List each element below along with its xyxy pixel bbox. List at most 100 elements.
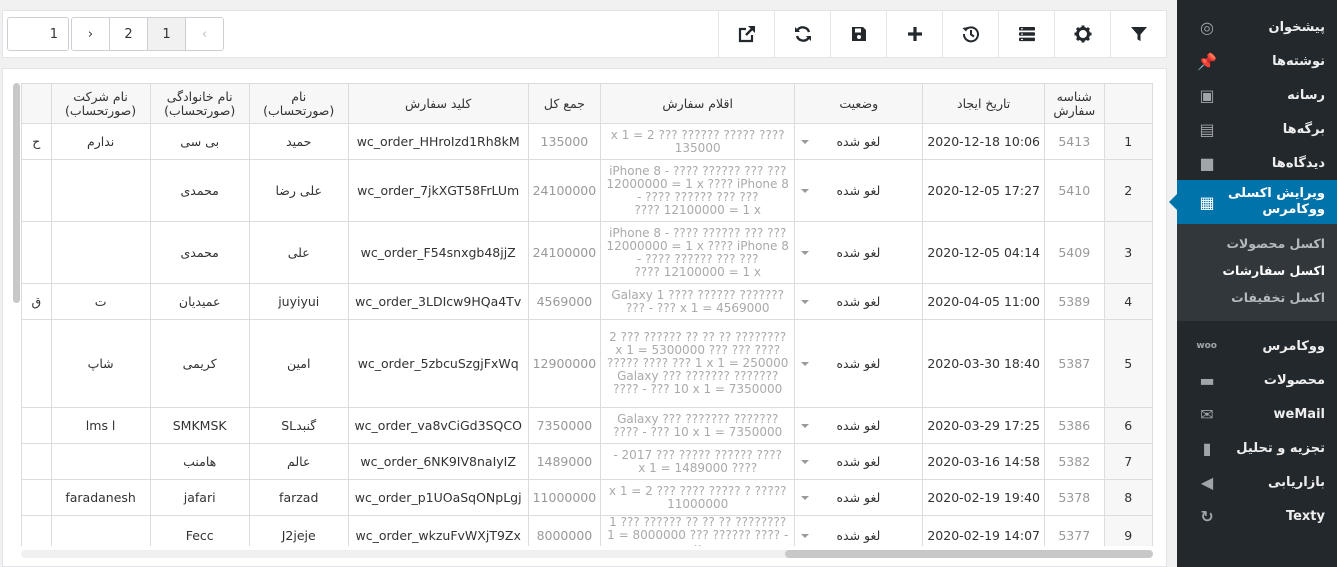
billing-first-name-cell[interactable]: امین [248, 319, 349, 408]
column-header-7[interactable]: نام (صورتحساب) [248, 83, 349, 124]
order-id-cell[interactable]: 5382 [1043, 443, 1105, 480]
billing-company-cell[interactable] [50, 159, 151, 222]
order-id-cell[interactable]: 5377 [1043, 515, 1105, 546]
order-id-cell[interactable]: 5410 [1043, 159, 1105, 222]
order-items-cell[interactable]: Galaxy ??? ??????? ??????? ???? - ??? 10… [600, 407, 796, 444]
order-total-cell[interactable]: 11000000 [527, 479, 602, 516]
extra-column-cell[interactable] [21, 443, 52, 480]
add-button[interactable] [886, 11, 942, 57]
billing-first-name-cell[interactable]: juyiyui [248, 283, 349, 320]
order-total-cell[interactable]: 24100000 [527, 159, 602, 222]
billing-first-name-cell[interactable]: عالم [248, 443, 349, 480]
order-id-cell[interactable]: 5387 [1043, 319, 1105, 408]
table-row[interactable]: 7 5382 2020-03-16 14:58 لغو شده ???? ?????? … [21, 443, 1153, 480]
billing-company-cell[interactable] [50, 515, 151, 546]
next-page-button[interactable]: › [72, 18, 109, 50]
billing-first-name-cell[interactable]: گنبدSL [248, 407, 349, 444]
column-header-4[interactable]: اقلام سفارش [600, 83, 796, 124]
save-button[interactable] [830, 11, 886, 57]
order-key-cell[interactable]: wc_order_6NK9IV8naIyIZ [347, 443, 529, 480]
open-external-button[interactable] [718, 11, 774, 57]
order-total-cell[interactable]: 8000000 [527, 515, 602, 546]
billing-company-cell[interactable]: faradanesh [50, 479, 151, 516]
billing-last-name-cell[interactable]: عمیدیان [149, 283, 250, 320]
column-header-6[interactable]: کلید سفارش [347, 83, 529, 124]
date-created-cell[interactable]: 2020-02-19 14:07 [922, 515, 1045, 546]
order-total-cell[interactable]: 1489000 [527, 443, 602, 480]
date-created-cell[interactable]: 2020-12-18 10:06 [922, 123, 1045, 160]
sidebar-item-3[interactable]: برگه‌ها ▤ [1177, 112, 1337, 146]
order-total-cell[interactable]: 12900000 [527, 319, 602, 408]
sidebar-item-1[interactable]: نوشته‌ها 📌 [1177, 44, 1337, 78]
billing-company-cell[interactable]: شاپ [50, 319, 151, 408]
extra-column-cell[interactable] [21, 479, 52, 516]
sidebar-item2-3[interactable]: تجزیه و تحلیل ▮ [1177, 431, 1337, 465]
billing-last-name-cell[interactable]: بی سی [149, 123, 250, 160]
sidebar-item-2[interactable]: رسانه ▣ [1177, 78, 1337, 112]
billing-last-name-cell[interactable]: محمدی [149, 221, 250, 284]
submenu-item-0[interactable]: اکسل محصولات [1177, 230, 1337, 257]
table-row[interactable]: 8 5378 2020-02-19 19:40 لغو شده ????? ? ????… [21, 479, 1153, 516]
table-row[interactable]: 3 5409 2020-12-05 04:14 لغو شده iPhone 8 - ?… [21, 221, 1153, 284]
status-select[interactable]: لغو شده [794, 221, 924, 284]
order-items-cell[interactable]: ????? ? ????? ???? ??? 2 = 1 x 11000000 [600, 479, 796, 516]
sidebar-item2-2[interactable]: weMail ✉ [1177, 397, 1337, 431]
horizontal-scrollbar[interactable] [785, 550, 1153, 558]
order-items-cell[interactable]: ???????? ?? ?? ?? ?????? ??? 2 x 1 = 530… [600, 319, 796, 408]
page-1-button[interactable]: 1 [147, 18, 185, 50]
settings-button[interactable] [1054, 11, 1110, 57]
table-row[interactable]: 2 5410 2020-12-05 17:27 لغو شده iPhone 8 - ?… [21, 159, 1153, 222]
horizontal-scroll-track[interactable] [21, 550, 1153, 558]
billing-company-cell[interactable]: ندارم [50, 123, 151, 160]
billing-first-name-cell[interactable]: علی رضا [248, 159, 349, 222]
date-created-cell[interactable]: 2020-04-05 11:00 [922, 283, 1045, 320]
billing-company-cell[interactable]: lms l [50, 407, 151, 444]
extra-column-cell[interactable]: ق [21, 283, 52, 320]
sidebar-item-5[interactable]: ویرایش اکسلی ووکامرس ▦ [1169, 180, 1337, 224]
refresh-button[interactable] [774, 11, 830, 57]
extra-column-cell[interactable] [21, 515, 52, 546]
order-key-cell[interactable]: wc_order_HHroIzd1Rh8kM [347, 123, 529, 160]
billing-company-cell[interactable] [50, 221, 151, 284]
status-select[interactable]: لغو شده [794, 479, 924, 516]
sidebar-item2-4[interactable]: بازاریابی ◀ [1177, 465, 1337, 499]
history-button[interactable] [942, 11, 998, 57]
date-created-cell[interactable]: 2020-12-05 04:14 [922, 221, 1045, 284]
order-items-cell[interactable]: ???????? ?? ?? ?? ?????? ??? 1 - ???? ??… [600, 515, 796, 546]
table-row[interactable]: 5 5387 2020-03-30 18:40 لغو شده ???????? ?? … [21, 319, 1153, 408]
billing-last-name-cell[interactable]: کریمی [149, 319, 250, 408]
order-id-cell[interactable]: 5386 [1043, 407, 1105, 444]
billing-last-name-cell[interactable]: SMKMSK [149, 407, 250, 444]
billing-last-name-cell[interactable]: Fecc [149, 515, 250, 546]
table-row[interactable]: 9 5377 2020-02-19 14:07 لغو شده ???????? ?? … [21, 515, 1153, 546]
page-number-input[interactable] [7, 17, 69, 51]
order-key-cell[interactable]: wc_order_wkzuFvWXjT9Zx [347, 515, 529, 546]
order-items-cell[interactable]: ???? ?????? ????? ??? 2017 - ???? x 1 = … [600, 443, 796, 480]
billing-first-name-cell[interactable]: farzad [248, 479, 349, 516]
order-items-cell[interactable]: iPhone 8 - ???? ?????? ??? ??? 12000000 … [600, 159, 796, 222]
column-header-2[interactable]: تاریخ ایجاد [922, 83, 1045, 124]
extra-column-cell[interactable]: ح [21, 123, 52, 160]
order-total-cell[interactable]: 7350000 [527, 407, 602, 444]
order-key-cell[interactable]: wc_order_3LDIcw9HQa4Tv [347, 283, 529, 320]
sidebar-item2-5[interactable]: Texty ↻ [1177, 499, 1337, 533]
table-row[interactable]: 1 5413 2020-12-18 10:06 لغو شده ???? ????? ?… [21, 123, 1153, 160]
column-header-3[interactable]: وضعیت [794, 83, 924, 124]
status-select[interactable]: لغو شده [794, 283, 924, 320]
status-select[interactable]: لغو شده [794, 443, 924, 480]
sidebar-item2-1[interactable]: محصولات ▬ [1177, 363, 1337, 397]
table-row[interactable]: 4 5389 2020-04-05 11:00 لغو شده Galaxy 1 ???… [21, 283, 1153, 320]
billing-first-name-cell[interactable]: J2jeje [248, 515, 349, 546]
sidebar-item2-0[interactable]: ووکامرس woo [1177, 329, 1337, 363]
order-items-cell[interactable]: ???? ????? ?????? ??? 2 = 1 x 135000 [600, 123, 796, 160]
billing-last-name-cell[interactable]: jafari [149, 479, 250, 516]
sidebar-item-4[interactable]: دیدگاه‌ها ■ [1177, 146, 1337, 180]
column-header-0[interactable] [1103, 83, 1153, 124]
order-total-cell[interactable]: 135000 [527, 123, 602, 160]
order-items-cell[interactable]: iPhone 8 - ???? ?????? ??? ??? 12000000 … [600, 221, 796, 284]
order-key-cell[interactable]: wc_order_5zbcuSzgjFxWq [347, 319, 529, 408]
extra-column-cell[interactable] [21, 221, 52, 284]
date-created-cell[interactable]: 2020-02-19 19:40 [922, 479, 1045, 516]
billing-last-name-cell[interactable]: محمدی [149, 159, 250, 222]
billing-company-cell[interactable] [50, 443, 151, 480]
